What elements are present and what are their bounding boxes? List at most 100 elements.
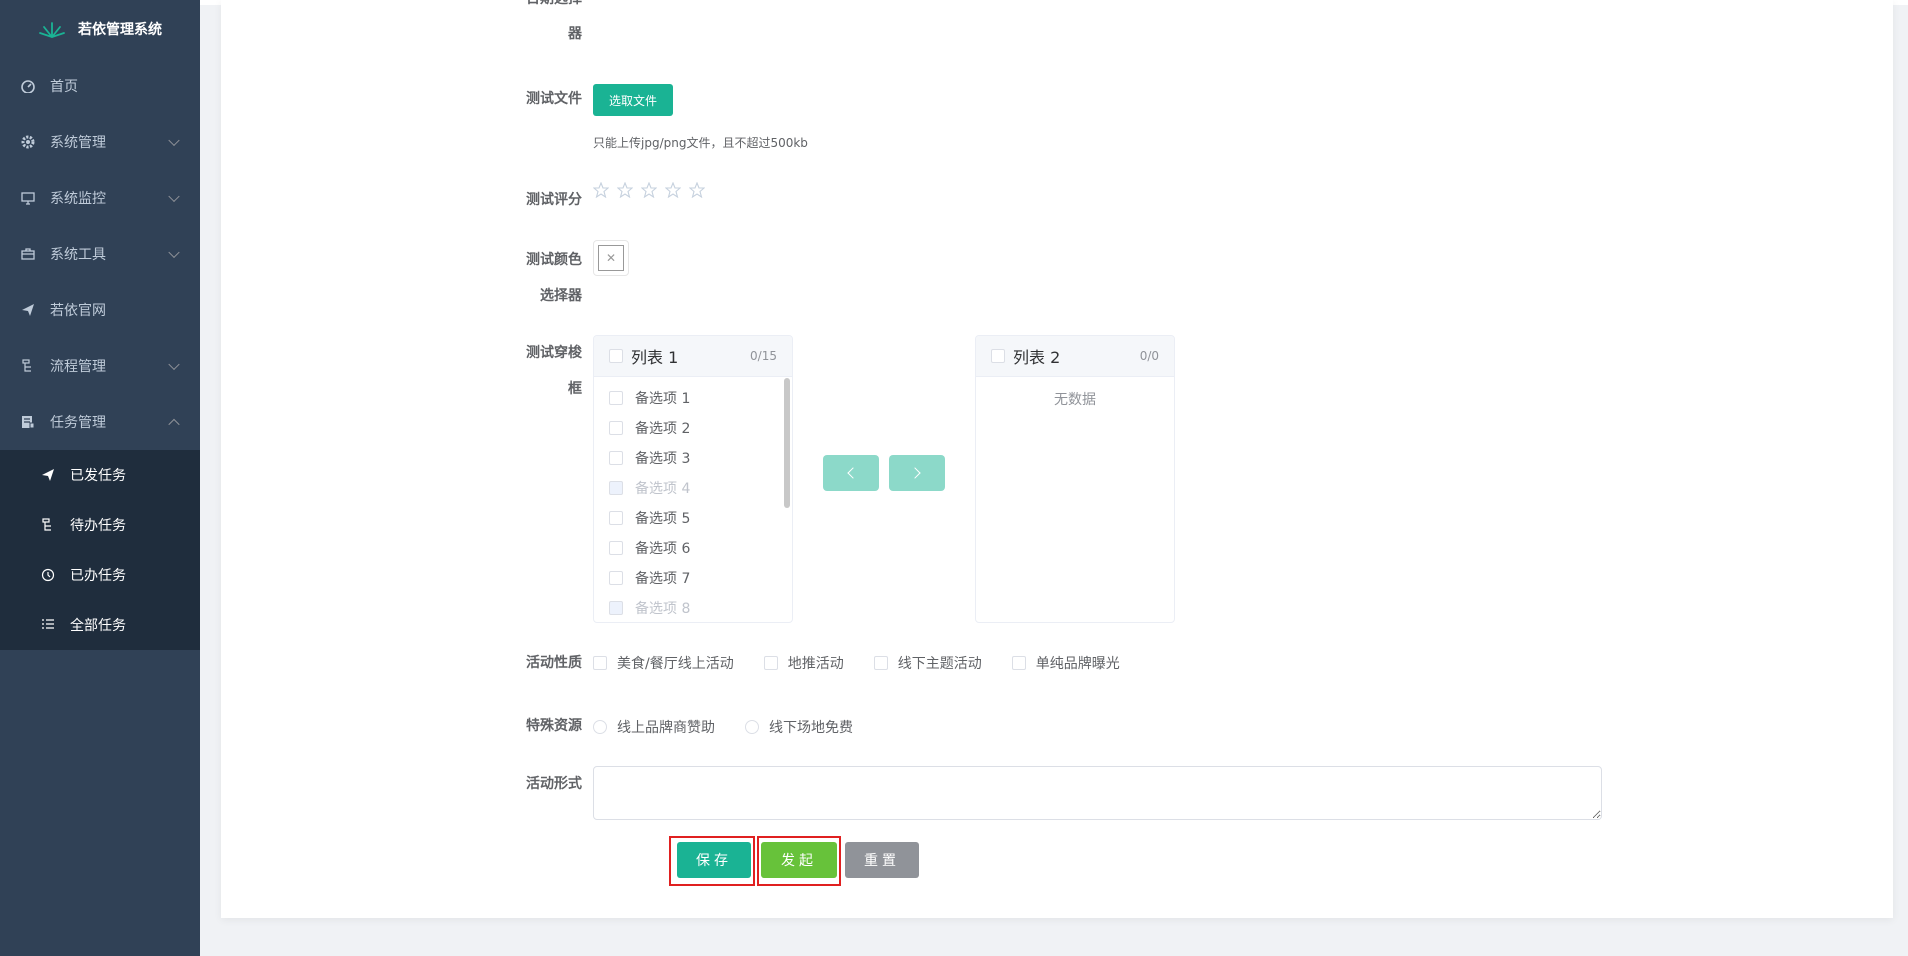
transfer-to-left-button[interactable]: [823, 455, 879, 491]
radio[interactable]: [593, 720, 607, 734]
transfer-right-count: 0/0: [1139, 349, 1159, 363]
radio[interactable]: [745, 720, 759, 734]
sidebar-item-home[interactable]: 首页: [0, 58, 200, 114]
task-submenu: 已发任务 待办任务 已办任务 全部任务: [0, 450, 200, 650]
star-icon[interactable]: [665, 182, 681, 198]
item-checkbox[interactable]: [609, 571, 623, 585]
list-item-disabled: 备选项 4: [594, 473, 792, 503]
item-checkbox: [609, 601, 623, 615]
task-icon: [20, 414, 36, 430]
item-checkbox[interactable]: [609, 541, 623, 555]
sidebar-item-flow[interactable]: 流程管理: [0, 338, 200, 394]
transfer-scrollbar[interactable]: [784, 378, 790, 508]
transfer-label: 测试穿梭 框: [492, 335, 582, 407]
transfer-left-panel: 列表 1 0/15 备选项 1 备选项 2 备选项 3 备选项 4 备选项 5 …: [593, 335, 793, 623]
transfer-right-header: 列表 2 0/0: [976, 336, 1174, 377]
item-checkbox[interactable]: [609, 421, 623, 435]
sidebar-item-done-tasks[interactable]: 已办任务: [0, 550, 200, 600]
rate-label: 测试评分: [526, 192, 582, 208]
rating-stars[interactable]: [593, 182, 705, 198]
item-checkbox[interactable]: [609, 511, 623, 525]
list-item[interactable]: 备选项 2: [594, 413, 792, 443]
checkbox[interactable]: [1011, 656, 1026, 670]
list-item-label: 备选项 6: [635, 541, 691, 557]
history-icon: [40, 567, 56, 583]
list-item-label: 备选项 2: [635, 421, 691, 437]
checkbox[interactable]: [593, 656, 607, 670]
list-item-label: 备选项 7: [635, 571, 691, 587]
sidebar-item-label: 系统工具: [50, 247, 106, 263]
item-checkbox[interactable]: [609, 391, 623, 405]
logo[interactable]: 若依管理系统: [0, 0, 200, 58]
list-item[interactable]: 备选项 6: [594, 533, 792, 563]
activity-form-textarea[interactable]: [593, 766, 1602, 820]
checkbox[interactable]: [763, 656, 778, 670]
transfer-to-right-button[interactable]: [889, 455, 945, 491]
list-item[interactable]: 备选项 5: [594, 503, 792, 533]
sidebar-item-system[interactable]: 系统管理: [0, 114, 200, 170]
sidebar-item-all-tasks[interactable]: 全部任务: [0, 600, 200, 650]
sidebar-item-label: 若依官网: [50, 303, 106, 319]
sidebar-item-label: 首页: [50, 79, 78, 95]
file-label: 测试文件: [526, 91, 582, 107]
transfer-left-list: 备选项 1 备选项 2 备选项 3 备选项 4 备选项 5 备选项 6 备选项 …: [594, 377, 792, 622]
list-item[interactable]: 备选项 7: [594, 563, 792, 593]
star-icon[interactable]: [689, 182, 705, 198]
transfer-left-count: 0/15: [750, 349, 777, 363]
save-button[interactable]: 保存: [677, 842, 751, 878]
empty-text: 无数据: [1054, 392, 1096, 408]
item-checkbox[interactable]: [609, 451, 623, 465]
star-icon[interactable]: [593, 182, 609, 198]
activity-option[interactable]: 美食/餐厅线上活动: [593, 653, 734, 673]
list-item[interactable]: 备选项 3: [594, 443, 792, 473]
star-icon[interactable]: [617, 182, 633, 198]
sidebar-item-monitor[interactable]: 系统监控: [0, 170, 200, 226]
color-picker[interactable]: ✕: [593, 240, 629, 276]
select-all-checkbox[interactable]: [991, 349, 1005, 363]
close-icon: ✕: [598, 245, 624, 271]
transfer-right-panel: 列表 2 0/0 无数据: [975, 335, 1175, 623]
option-label: 线下主题活动: [897, 656, 982, 672]
monitor-icon: [20, 190, 36, 206]
list-icon: [40, 617, 56, 633]
tree-icon: [20, 358, 36, 374]
list-item-label: 备选项 3: [635, 451, 691, 467]
chevron-down-icon: [168, 190, 180, 203]
color-picker-label: 测试颜色 选择器: [492, 242, 582, 314]
file-hint: 只能上传jpg/png文件，且不超过500kb: [593, 136, 808, 150]
select-file-button[interactable]: 选取文件: [593, 84, 673, 116]
sidebar-item-label: 系统管理: [50, 135, 106, 151]
sidebar-item-label: 待办任务: [70, 518, 126, 534]
activity-option[interactable]: 单纯品牌曝光: [1011, 653, 1120, 673]
reset-button[interactable]: 重置: [845, 842, 919, 878]
transfer-right-title: 列表 2: [1013, 348, 1061, 367]
resource-option[interactable]: 线上品牌商赞助: [593, 717, 715, 737]
option-label: 地推活动: [787, 656, 844, 672]
list-item-label: 备选项 1: [635, 391, 691, 407]
activity-checkbox-group: 美食/餐厅线上活动 地推活动 线下主题活动 单纯品牌曝光: [593, 653, 1138, 673]
submit-button[interactable]: 发起: [761, 842, 837, 878]
logo-icon: [38, 19, 66, 39]
item-checkbox: [609, 481, 623, 495]
select-all-checkbox[interactable]: [609, 349, 623, 363]
resource-option[interactable]: 线下场地免费: [745, 717, 853, 737]
list-item[interactable]: 备选项 1: [594, 383, 792, 413]
option-label: 线上品牌商赞助: [617, 720, 715, 736]
activity-option[interactable]: 地推活动: [763, 653, 844, 673]
transfer-label-line2: 框: [568, 381, 582, 397]
chevron-down-icon: [168, 246, 180, 259]
sidebar-item-todo-tasks[interactable]: 待办任务: [0, 500, 200, 550]
sidebar-item-label: 已办任务: [70, 568, 126, 584]
checkbox[interactable]: [873, 656, 888, 670]
list-item-label: 备选项 8: [635, 601, 691, 617]
sidebar-item-tools[interactable]: 系统工具: [0, 226, 200, 282]
chevron-down-icon: [168, 358, 180, 371]
sidebar-item-task[interactable]: 任务管理: [0, 394, 200, 450]
sidebar-item-label: 流程管理: [50, 359, 106, 375]
sidebar-item-sent-tasks[interactable]: 已发任务: [0, 450, 200, 500]
sidebar-item-website[interactable]: 若依官网: [0, 282, 200, 338]
resource-radio-group: 线上品牌商赞助 线下场地免费: [593, 717, 871, 737]
app-title: 若依管理系统: [78, 22, 162, 38]
activity-option[interactable]: 线下主题活动: [873, 653, 982, 673]
star-icon[interactable]: [641, 182, 657, 198]
